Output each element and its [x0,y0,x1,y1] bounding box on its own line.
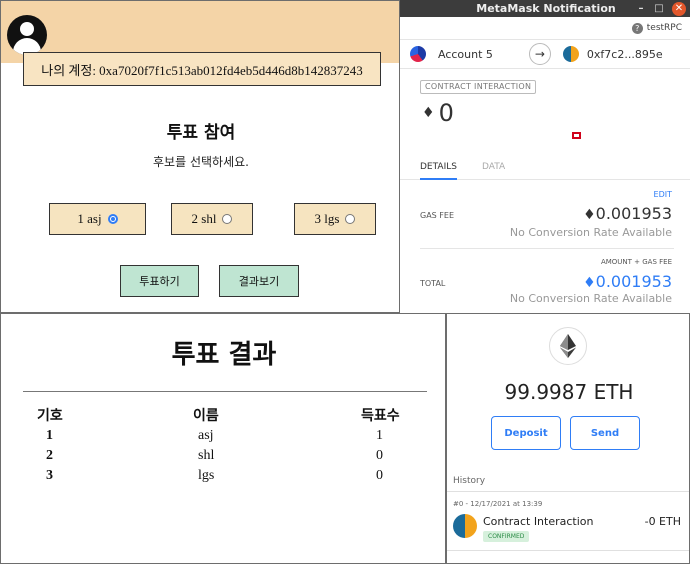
network-indicator[interactable]: ? testRPC [400,17,690,39]
ethereum-icon [549,327,587,365]
ethereum-icon: ♦ [583,207,596,223]
candidate-label: 3 lgs [314,211,340,226]
column-header-name: 이름 [193,408,219,424]
ethereum-icon: ♦ [422,105,435,121]
view-results-button[interactable]: 결과보기 [219,265,299,297]
account-identicon [562,46,579,62]
user-avatar-icon [7,15,47,55]
vote-button[interactable]: 투표하기 [120,265,199,297]
metamask-notification-window: MetaMask Notification – □ ✕ ? testRPC Ac… [400,0,690,313]
accounts-row: Account 5 → 0xf7c2...895e [400,39,690,69]
vote-app-panel: 나의 계정: 0xa7020f7f1c513ab012fd4eb5d446d8b… [0,0,400,313]
arrow-right-icon: → [528,43,551,65]
maximize-button[interactable]: □ [650,3,668,14]
gas-fee-conversion: No Conversion Rate Available [509,226,672,239]
metamask-wallet-panel: 99.9987 ETH Deposit Send History #0 - 12… [446,313,690,564]
tab-data[interactable]: DATA [482,162,505,172]
gas-fee-amount: 0.001953 [595,204,672,223]
candidate-option-3[interactable]: 3 lgs [294,203,376,235]
help-icon: ? [631,22,643,34]
amount-value: 0 [438,99,454,127]
table-cell: 1 [376,428,383,443]
transaction-amount: -0 ETH [644,515,681,528]
total-amount: 0.001953 [595,272,672,291]
table-cell: 0 [376,448,383,463]
transaction-amount: ♦ 0 [422,99,454,127]
transaction-meta: #0 - 12/17/2021 at 13:39 [453,500,543,508]
contract-interaction-badge: CONTRACT INTERACTION [420,80,537,94]
results-title: 투표 결과 [171,340,277,370]
candidate-radio-2[interactable] [222,214,233,224]
candidate-option-1[interactable]: 1 asj [49,203,146,235]
table-cell: lgs [198,468,215,483]
account-identicon [410,46,426,62]
to-account: 0xf7c2...895e [586,47,663,61]
window-titlebar: MetaMask Notification – □ ✕ [400,0,690,17]
table-cell: asj [198,428,214,443]
candidate-option-2[interactable]: 2 shl [171,203,253,235]
table-cell: 1 [46,428,53,443]
total-value: ♦0.001953 [583,272,672,291]
minimize-button[interactable]: – [632,3,650,14]
account-address-bar: 나의 계정: 0xa7020f7f1c513ab012fd4eb5d446d8b… [23,52,381,86]
window-title: MetaMask Notification [476,2,616,15]
close-button[interactable]: ✕ [672,1,686,16]
divider [23,391,427,392]
candidate-radio-3[interactable] [345,214,356,224]
candidate-radio-1[interactable] [107,214,118,224]
network-name: testRPC [646,23,682,33]
ethereum-icon: ♦ [583,275,596,291]
column-header-number: 기호 [37,408,63,424]
gas-fee-label: GAS FEE [420,211,455,220]
divider [447,491,689,492]
gas-fee-value: ♦0.001953 [583,204,672,223]
warning-marker [572,132,581,139]
amount-gas-label: AMOUNT + GAS FEE [600,258,672,266]
table-cell: 3 [46,468,53,483]
candidate-label: 1 asj [77,211,102,226]
divider [420,248,674,249]
table-cell: 2 [46,448,53,463]
account-address-text: 나의 계정: 0xa7020f7f1c513ab012fd4eb5d446d8b… [41,62,363,78]
vote-results-panel: 투표 결과 기호 이름 득표수 1 asj 1 2 shl 0 3 lgs 0 [0,313,446,564]
tab-details[interactable]: DETAILS [420,162,457,180]
from-account: Account 5 [438,47,493,61]
candidate-label: 2 shl [191,211,217,226]
transaction-title[interactable]: Contract Interaction [483,515,594,528]
deposit-button[interactable]: Deposit [491,416,561,450]
history-label: History [453,476,486,486]
divider [447,550,689,551]
details-tabs: DETAILS DATA [400,156,690,180]
column-header-votes: 득표수 [361,408,400,424]
edit-link[interactable]: EDIT [654,190,672,199]
vote-title: 투표 참여 [166,123,236,143]
status-badge: CONFIRMED [483,531,530,542]
send-button[interactable]: Send [570,416,640,450]
table-cell: shl [198,448,215,463]
total-label: TOTAL [420,279,446,288]
table-cell: 0 [376,468,383,483]
vote-subtitle: 후보를 선택하세요. [153,155,249,169]
total-conversion: No Conversion Rate Available [509,292,672,305]
wallet-balance: 99.9987 ETH [504,380,634,404]
account-identicon [453,514,477,538]
